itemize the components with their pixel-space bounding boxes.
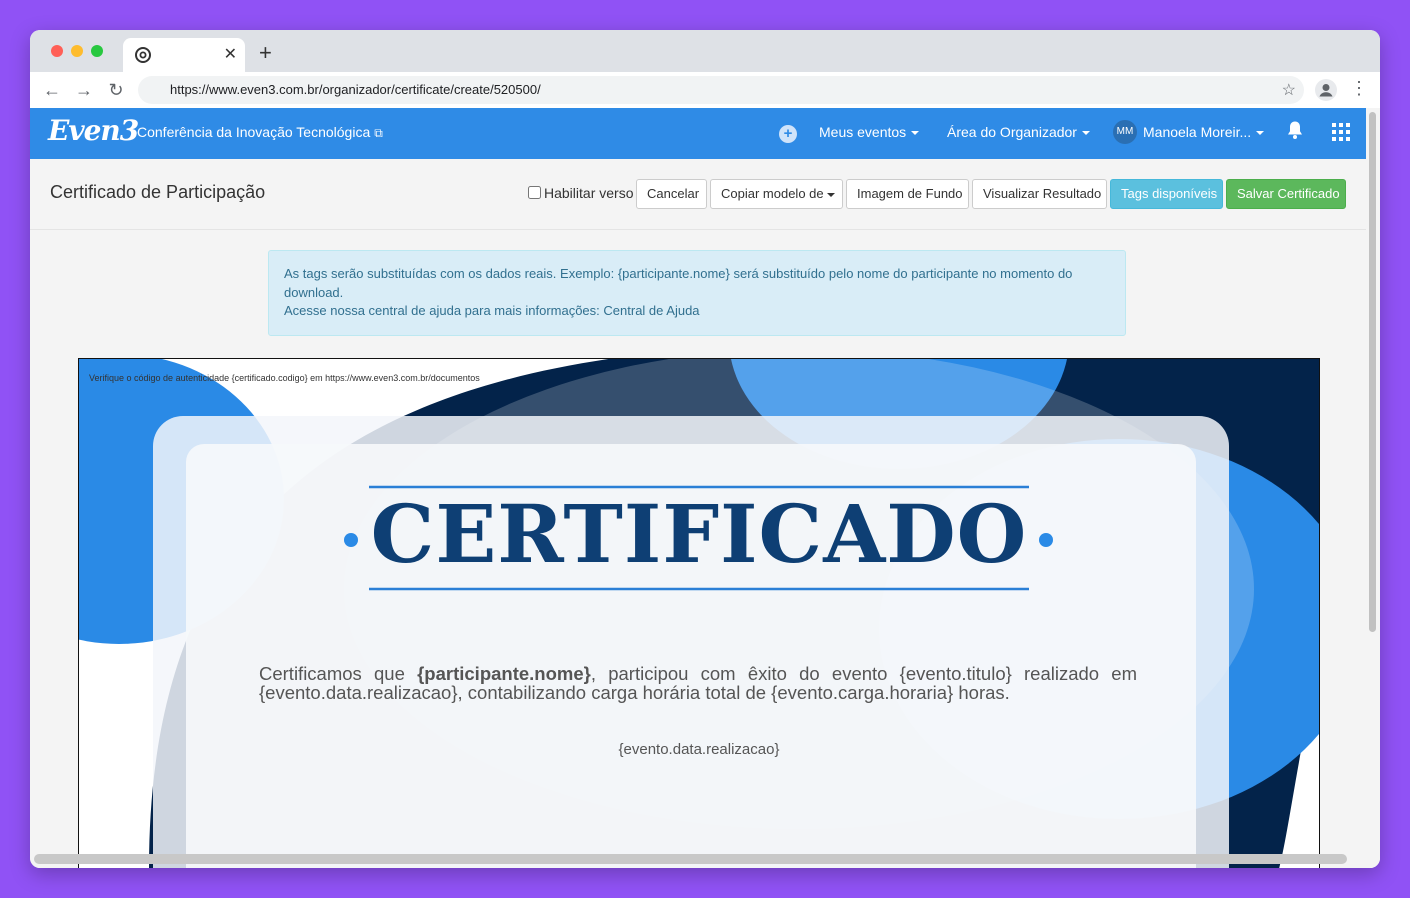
url-text[interactable]: https://www.even3.com.br/organizador/cer… [170,82,541,97]
body-prefix: Certificamos que [259,663,405,684]
chrome-icon [135,47,151,63]
enable-back-toggle[interactable]: Habilitar verso [528,185,633,201]
forward-icon[interactable]: → [74,78,94,102]
browser-tab[interactable]: ✕ [123,38,245,72]
top-navbar: Even3 Conferência da Inovação Tecnológic… [30,108,1366,159]
avatar[interactable]: MM [1113,120,1137,144]
browser-menu-icon[interactable]: ⋮ [1350,78,1368,99]
organizer-area-label: Área do Organizador [947,124,1077,140]
page-title: Certificado de Participação [50,182,266,202]
certificate-canvas[interactable]: Verifique o código de autenticidade {cer… [78,358,1320,868]
alert-help-prefix: Acesse nossa central de ajuda para mais … [284,303,600,318]
enable-back-label: Habilitar verso [544,185,634,201]
user-name-label: Manoela Moreir... [1143,124,1252,140]
close-tab-icon[interactable]: ✕ [224,44,237,64]
user-menu[interactable]: Manoela Moreir... [1143,124,1265,140]
copy-model-dropdown[interactable]: Copiar modelo de [710,179,843,209]
new-tab-icon[interactable]: + [259,40,272,66]
event-title-link[interactable]: Conferência da Inovação Tecnológica ⧉ [137,124,383,141]
cancel-button[interactable]: Cancelar [636,179,707,209]
chevron-down-icon [1081,131,1090,136]
certificate-date-tag[interactable]: {evento.data.realizacao} [79,741,1319,758]
horizontal-scroll-thumb[interactable] [34,854,1347,864]
browser-toolbar: ← → ↻ https://www.even3.com.br/organizad… [30,72,1380,108]
alert-text-line1: As tags serão substituídas com os dados … [284,266,1073,300]
copy-model-label: Copiar modelo de [721,186,824,201]
vertical-scroll-thumb[interactable] [1369,112,1376,632]
browser-window: ✕ + ← → ↻ https://www.even3.com.br/organ… [30,30,1380,868]
add-event-icon[interactable]: + [779,125,797,143]
notification-bell-icon[interactable] [1286,120,1304,145]
certificate-title[interactable]: CERTIFICADO [79,487,1319,581]
reload-icon[interactable]: ↻ [106,78,126,102]
organizer-area-menu[interactable]: Área do Organizador [947,124,1090,140]
available-tags-button[interactable]: Tags disponíveis [1110,179,1223,209]
even3-logo[interactable]: Even3 [48,114,139,147]
event-title-text: Conferência da Inovação Tecnológica [137,124,371,140]
certificate-background [79,359,1319,868]
bookmark-star-icon[interactable]: ☆ [1282,80,1296,100]
my-events-label: Meus eventos [819,124,907,140]
horizontal-scrollbar[interactable] [30,850,1366,864]
page-viewport: Even3 Conferência da Inovação Tecnológic… [30,108,1380,868]
save-certificate-button[interactable]: Salvar Certificado [1226,179,1346,209]
authenticity-text[interactable]: Verifique o código de autenticidade {cer… [89,373,480,383]
certificate-body-text[interactable]: Certificamos que {participante.nome}, pa… [259,664,1137,702]
alert-text-line2: Acesse nossa central de ajuda para mais … [284,302,1110,321]
vertical-scrollbar[interactable] [1366,108,1380,868]
close-window-button[interactable] [51,45,63,57]
minimize-window-button[interactable] [71,45,83,57]
chevron-down-icon [911,131,920,136]
background-image-button[interactable]: Imagem de Fundo [846,179,969,209]
page-header: Certificado de Participação Habilitar ve… [30,159,1366,230]
address-bar[interactable]: https://www.even3.com.br/organizador/cer… [138,76,1304,104]
apps-grid-icon[interactable] [1332,123,1350,141]
my-events-menu[interactable]: Meus eventos [819,124,920,140]
help-center-link[interactable]: Central de Ajuda [603,303,699,318]
chevron-down-icon [1256,131,1265,136]
chevron-down-icon [826,192,835,197]
profile-icon[interactable] [1315,79,1337,101]
participant-name-tag: {participante.nome} [417,663,591,684]
preview-result-button[interactable]: Visualizar Resultado [972,179,1107,209]
info-alert: As tags serão substituídas com os dados … [268,250,1126,336]
back-icon[interactable]: ← [42,78,62,102]
tab-strip: ✕ + [30,30,1380,72]
maximize-window-button[interactable] [91,45,103,57]
enable-back-checkbox[interactable] [528,186,541,199]
external-link-icon: ⧉ [374,126,383,140]
